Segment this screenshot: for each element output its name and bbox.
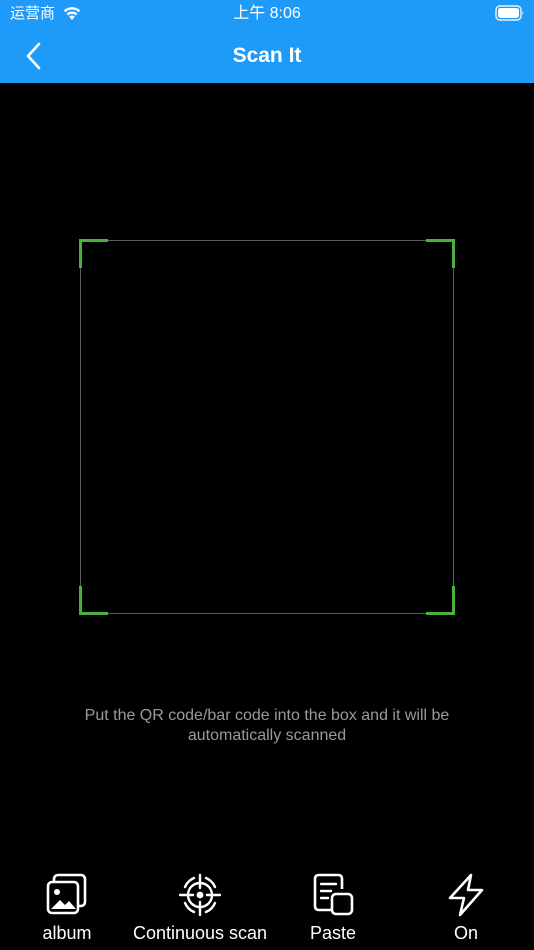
paste-icon	[313, 873, 354, 916]
bottom-toolbar: album Continuous scan Paste On	[0, 862, 534, 950]
battery-icon	[495, 5, 524, 21]
scan-corner-bottom-right	[426, 586, 455, 615]
scan-screen: 运营商 上午 8:06 Scan It Put the QR code/bar …	[0, 0, 534, 950]
flash-label: On	[453, 923, 478, 943]
paste-label: Paste	[309, 923, 357, 943]
status-time: 上午 8:06	[233, 5, 301, 22]
paste-button[interactable]: Paste	[258, 862, 408, 950]
continuous-scan-button[interactable]: Continuous scan	[125, 862, 275, 950]
scan-hint: Put the QR code/bar code into the box an…	[84, 707, 450, 744]
album-label: album	[42, 923, 92, 943]
status-bar: 运营商 上午 8:06	[0, 0, 534, 28]
flash-icon	[448, 873, 484, 917]
album-icon	[46, 873, 87, 915]
header: 运营商 上午 8:06 Scan It	[0, 0, 534, 83]
scan-corner-bottom-left	[79, 586, 108, 615]
navigation-bar: Scan It	[0, 28, 534, 83]
album-button[interactable]: album	[0, 862, 142, 950]
continuous-scan-label: Continuous scan	[132, 923, 268, 943]
flash-button[interactable]: On	[391, 862, 534, 950]
crosshair-icon	[178, 873, 222, 917]
scan-frame	[79, 239, 455, 615]
scan-corner-top-left	[79, 239, 108, 268]
page-title: Scan It	[232, 44, 302, 67]
scan-corner-top-right	[426, 239, 455, 268]
